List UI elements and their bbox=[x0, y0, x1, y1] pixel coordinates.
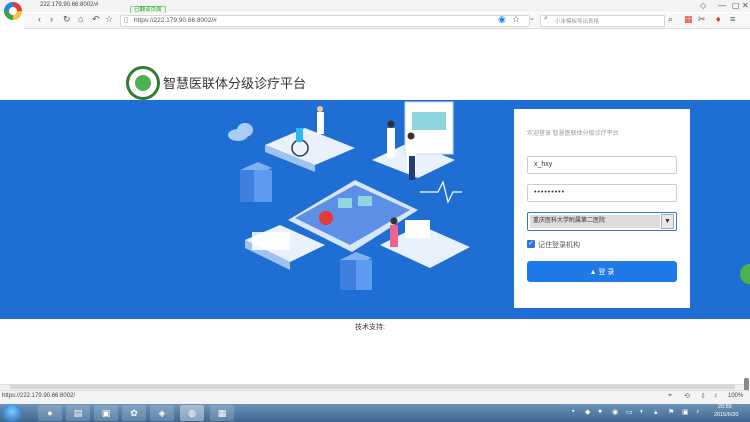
browser-status-bar bbox=[0, 390, 750, 404]
search-go-icon[interactable]: ⌕ bbox=[668, 14, 673, 25]
username-input[interactable]: x_hxy bbox=[527, 156, 677, 174]
medical-illustration bbox=[228, 101, 470, 290]
cut-icon[interactable]: ✂ bbox=[698, 14, 706, 25]
bookmark-star-icon[interactable]: ☆ bbox=[512, 14, 520, 25]
extension-icon[interactable]: ♦ bbox=[716, 14, 721, 24]
cursor-icon[interactable]: ⌖ bbox=[668, 392, 672, 400]
qq-penguin-icon[interactable]: ● bbox=[38, 405, 62, 421]
clock-time[interactable]: 20:55 bbox=[718, 404, 732, 410]
wheelchair-platform bbox=[265, 106, 355, 172]
lab-desk bbox=[380, 217, 470, 268]
tray-monitor-icon[interactable]: ▣ bbox=[682, 408, 689, 416]
server-bottom bbox=[340, 252, 372, 290]
photo-icon[interactable]: ◈ bbox=[150, 405, 174, 421]
undo-icon[interactable]: ↶ bbox=[92, 14, 100, 25]
clock-date[interactable]: 2015/6/20 bbox=[714, 412, 738, 418]
tray-update-icon[interactable]: ◐ bbox=[640, 408, 644, 415]
refresh-icon[interactable]: ↻ bbox=[63, 14, 71, 25]
paint-icon[interactable]: ✿ bbox=[122, 405, 146, 421]
server-left bbox=[240, 162, 272, 202]
login-welcome-text: 欢迎登录 智慧医联体分级诊疗平台 bbox=[527, 131, 619, 137]
tray-shield-icon[interactable]: ▴ bbox=[654, 408, 658, 416]
remember-checkbox[interactable]: ✓ bbox=[527, 240, 535, 248]
browser-logo-icon[interactable] bbox=[4, 2, 22, 20]
restore-icon[interactable]: ◇ bbox=[700, 1, 706, 10]
tray-keyboard-icon[interactable]: ▭ bbox=[626, 408, 633, 416]
download-icon[interactable]: ⇩ bbox=[700, 392, 706, 400]
tray-network-icon[interactable]: ▪ bbox=[572, 408, 574, 415]
password-input[interactable]: ••••••••• bbox=[527, 184, 677, 202]
browser-task-icon[interactable]: ◍ bbox=[180, 405, 204, 421]
search-placeholder[interactable]: 小米模板导出表格 bbox=[555, 17, 599, 25]
history-icon[interactable]: ⟲ bbox=[684, 392, 690, 400]
shield-icon[interactable]: ◉ bbox=[498, 14, 506, 25]
tray-volume-icon[interactable]: ♪ bbox=[696, 408, 700, 415]
home-icon[interactable]: ⌂ bbox=[78, 14, 83, 24]
horizontal-scrollbar-thumb[interactable] bbox=[10, 385, 735, 389]
hospital-logo-icon bbox=[126, 66, 160, 100]
tech-support-label: 技术支持: bbox=[355, 324, 385, 331]
document-icon[interactable]: ▦ bbox=[210, 405, 234, 421]
chevron-down-icon[interactable]: ▼ bbox=[661, 214, 674, 229]
minimize-icon[interactable]: — bbox=[718, 1, 726, 10]
star-icon[interactable]: ☆ bbox=[105, 14, 113, 25]
sound-icon[interactable]: ♪ bbox=[714, 392, 718, 399]
cloud-icon bbox=[228, 123, 253, 141]
url-text[interactable]: https://222.179.90.66:8002/# bbox=[134, 17, 217, 24]
window-title-bar bbox=[0, 0, 750, 12]
heartbeat-line bbox=[420, 180, 462, 204]
tab-title[interactable]: 222.179.90.66:8002/# bbox=[40, 2, 98, 8]
dropdown-chevron-icon[interactable]: ⌄ bbox=[529, 14, 535, 22]
forward-icon[interactable]: › bbox=[50, 14, 53, 24]
organization-select-value[interactable]: 重庆医科大学附属第二医院 bbox=[530, 215, 660, 228]
media-icon[interactable]: ▣ bbox=[94, 405, 118, 421]
doctors-group bbox=[372, 101, 455, 180]
login-button[interactable]: ▲ 登 录 bbox=[527, 261, 677, 282]
start-button-icon[interactable] bbox=[2, 404, 22, 422]
site-title: 智慧医联体分级诊疗平台 bbox=[163, 76, 307, 91]
remember-label: 记住登录机构 bbox=[538, 242, 580, 249]
menu-icon[interactable]: ≡ bbox=[730, 14, 735, 24]
maximize-icon[interactable]: ▢ bbox=[732, 1, 740, 10]
search-icon: ⌕ bbox=[544, 15, 548, 22]
tray-flag-icon[interactable]: ⚑ bbox=[668, 408, 674, 416]
tray-qq-icon[interactable]: ● bbox=[598, 408, 602, 415]
back-icon[interactable]: ‹ bbox=[38, 14, 41, 24]
page-icon: ▯ bbox=[124, 17, 128, 24]
close-icon[interactable]: ✕ bbox=[742, 1, 749, 10]
tray-app-icon[interactable]: ◉ bbox=[612, 408, 618, 416]
zoom-level[interactable]: 100% bbox=[728, 393, 743, 399]
tray-security-icon[interactable]: ◆ bbox=[585, 408, 590, 416]
folder-icon[interactable]: ▤ bbox=[66, 405, 90, 421]
status-url: https://222.179.90.66:8002/ bbox=[2, 393, 76, 399]
apps-grid-icon[interactable]: ▦ bbox=[684, 14, 693, 25]
